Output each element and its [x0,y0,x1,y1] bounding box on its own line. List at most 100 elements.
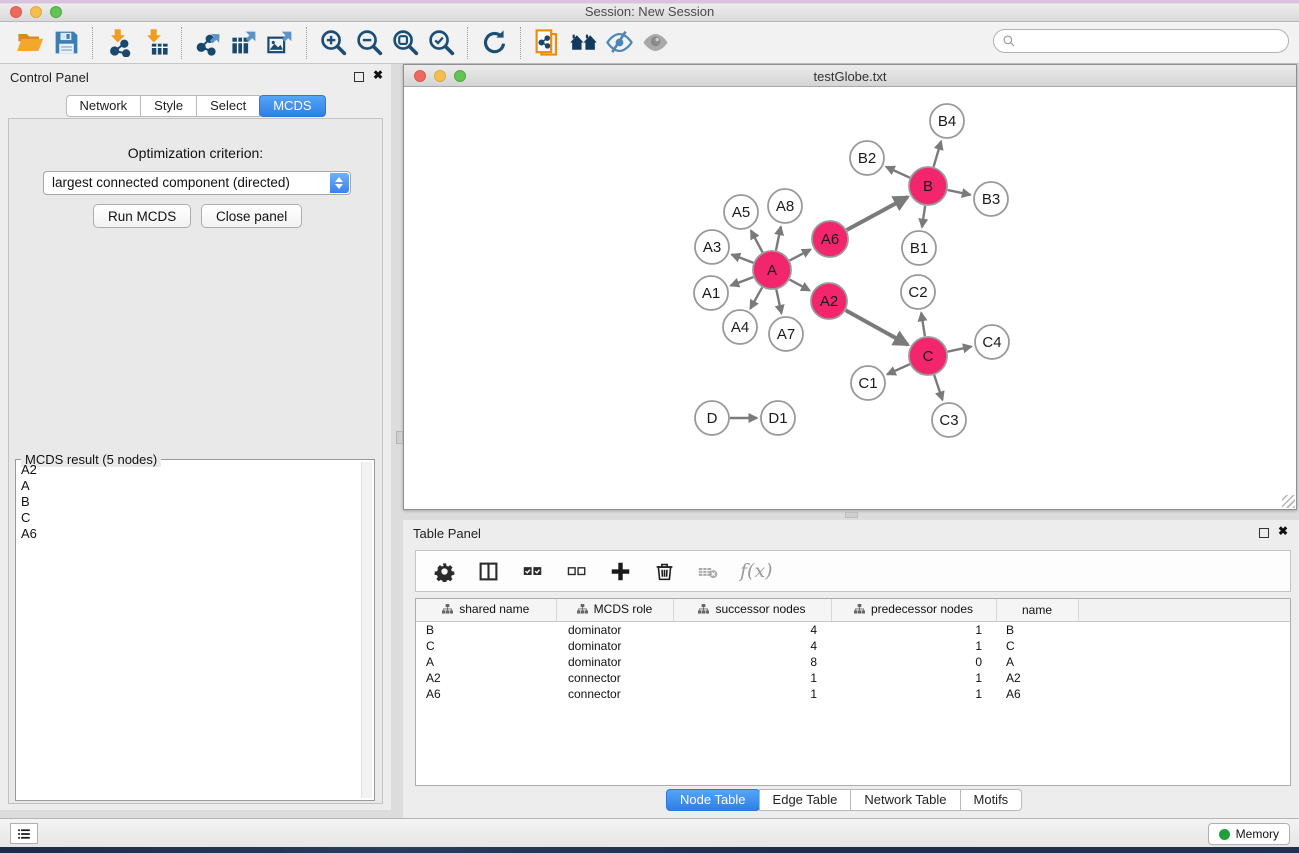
graph-edge-A2-C[interactable] [846,310,908,345]
run-mcds-button[interactable]: Run MCDS [93,204,191,228]
import-table-icon[interactable] [137,25,173,61]
graph-edge-B-B3[interactable] [948,190,971,195]
graph-edge-B-B4[interactable] [934,141,942,167]
table-row[interactable]: A2connector11A2 [416,670,1290,686]
graph-edge-A-A8[interactable] [776,227,781,251]
graph-edge-C-C1[interactable] [887,364,910,374]
graph-edge-A-A7[interactable] [776,290,781,314]
graph-node-A7[interactable]: A7 [769,317,803,351]
hide-details-eye-slash-icon[interactable] [601,25,637,61]
import-network-icon[interactable] [101,25,137,61]
float-panel-icon[interactable] [354,72,364,82]
graph-edge-A6-B[interactable] [847,197,908,230]
tab-edge-table[interactable]: Edge Table [759,789,852,811]
window-resize-grip[interactable] [1282,495,1295,508]
table-row[interactable]: A6connector11A6 [416,686,1290,702]
mcds-result-item[interactable]: C [18,510,361,526]
delete-table-icon[interactable] [696,559,720,583]
mcds-result-item[interactable]: A [18,478,361,494]
network-window-titlebar[interactable]: testGlobe.txt [404,65,1296,87]
graph-node-C2[interactable]: C2 [901,275,935,309]
graph-edge-A-A4[interactable] [750,287,762,308]
graph-node-B4[interactable]: B4 [930,104,964,138]
tab-motifs[interactable]: Motifs [960,789,1023,811]
graph-node-D1[interactable]: D1 [761,401,795,435]
open-session-icon[interactable] [12,25,48,61]
graph-edge-C-C4[interactable] [948,347,972,352]
mcds-result-item[interactable]: B [18,494,361,510]
tab-network-table[interactable]: Network Table [850,789,960,811]
gear-icon[interactable] [432,559,456,583]
add-icon[interactable] [608,559,632,583]
graph-node-A3[interactable]: A3 [695,230,729,264]
graph-node-A1[interactable]: A1 [694,276,728,310]
table-row[interactable]: Bdominator41B [416,621,1290,638]
graph-edge-A-A1[interactable] [731,277,754,286]
graph-edge-C-C3[interactable] [934,375,942,400]
search-input[interactable] [1021,34,1288,48]
graph-edge-B-B2[interactable] [886,167,910,178]
graph-edge-B-B1[interactable] [922,206,925,227]
criterion-dropdown[interactable]: largest connected component (directed) [43,171,351,195]
col-shared-name[interactable]: shared name [416,599,556,621]
graph-node-C3[interactable]: C3 [932,403,966,437]
horizontal-splitter-handle[interactable] [845,512,858,518]
graph-node-B3[interactable]: B3 [974,182,1008,216]
graph-edge-A-A6[interactable] [790,249,811,260]
refresh-layout-icon[interactable] [476,25,512,61]
memory-button[interactable]: Memory [1208,823,1290,845]
graph-edge-A-A3[interactable] [732,255,754,263]
network-graph-canvas[interactable]: B4 B2 B B3 B1 A5 A8 A6 A3 A A1 A2 A4 A7 C2 C C4 C1 C3 D D1 [404,87,1296,509]
zoom-out-icon[interactable] [351,25,387,61]
col-predecessor-nodes[interactable]: predecessor nodes [831,599,996,621]
graph-node-D[interactable]: D [695,401,729,435]
tab-style[interactable]: Style [140,95,197,117]
col-name[interactable]: name [996,599,1078,621]
tab-network[interactable]: Network [65,95,141,117]
graph-node-A5[interactable]: A5 [724,195,758,229]
close-table-panel-icon[interactable] [1278,524,1288,538]
trash-icon[interactable] [652,559,676,583]
graph-node-A2[interactable]: A2 [811,283,847,319]
graph-edge-A-A2[interactable] [790,280,810,291]
col-mcds-role[interactable]: MCDS role [556,599,673,621]
export-table-icon[interactable] [226,25,262,61]
graph-node-A4[interactable]: A4 [723,310,757,344]
close-panel-icon[interactable] [373,68,383,82]
show-details-eye-icon[interactable] [637,25,673,61]
close-panel-button[interactable]: Close panel [201,204,302,228]
graph-node-B2[interactable]: B2 [850,141,884,175]
graph-node-C4[interactable]: C4 [975,325,1009,359]
graph-node-A6[interactable]: A6 [812,221,848,257]
graph-edge-A-A5[interactable] [751,231,763,253]
graph-edge-C-C2[interactable] [921,313,925,337]
export-network-icon[interactable] [190,25,226,61]
network-snapshot-icon[interactable] [529,25,565,61]
graph-node-B1[interactable]: B1 [902,231,936,265]
zoom-selected-icon[interactable] [423,25,459,61]
task-history-button[interactable] [10,823,38,844]
graph-node-A[interactable]: A [753,251,791,289]
deselect-all-icon[interactable] [564,559,588,583]
home-icon[interactable] [565,25,601,61]
graph-node-C1[interactable]: C1 [851,366,885,400]
float-table-panel-icon[interactable] [1259,528,1269,538]
mcds-result-item[interactable]: A6 [18,526,361,542]
mcds-result-item[interactable]: A2 [18,462,361,478]
select-all-icon[interactable] [520,559,544,583]
graph-node-C[interactable]: C [909,337,947,375]
save-session-icon[interactable] [48,25,84,61]
export-image-icon[interactable] [262,25,298,61]
vertical-splitter-handle[interactable] [396,431,403,444]
tab-mcds[interactable]: MCDS [259,95,325,117]
graph-node-B[interactable]: B [909,167,947,205]
col-successor-nodes[interactable]: successor nodes [673,599,831,621]
table-row[interactable]: Adominator80A [416,654,1290,670]
tab-select[interactable]: Select [196,95,260,117]
graph-node-A8[interactable]: A8 [768,189,802,223]
zoom-in-icon[interactable] [315,25,351,61]
fx-function-builder-icon[interactable]: f(x) [740,560,773,582]
tab-node-table[interactable]: Node Table [666,789,760,811]
result-scrollbar[interactable] [361,462,372,798]
zoom-fit-icon[interactable] [387,25,423,61]
